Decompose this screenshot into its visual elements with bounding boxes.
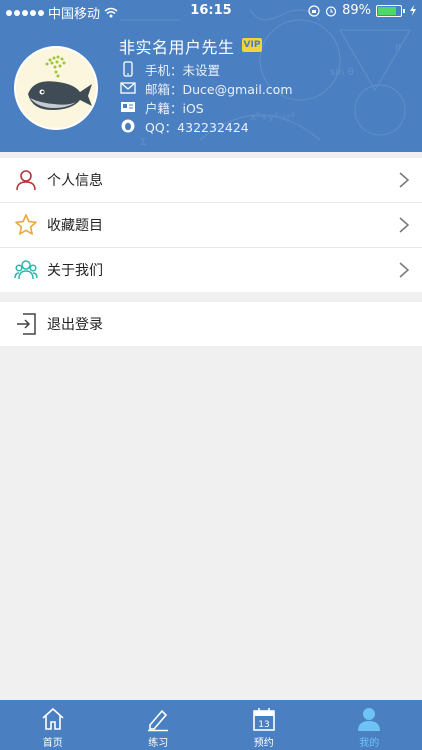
status-bar: 中国移动 16:15 89%	[0, 0, 422, 22]
menu-item-favorites[interactable]: 收藏题目	[0, 203, 422, 248]
logout-section: 退出登录	[0, 302, 422, 346]
email-row: 邮箱：Duce@gmail.com	[119, 79, 293, 97]
username: 非实名用户先生	[119, 38, 235, 57]
calendar-day: 13	[258, 720, 269, 730]
mail-icon	[119, 80, 137, 96]
tab-label: 练习	[148, 738, 169, 749]
user-icon	[358, 708, 381, 731]
email-text: 邮箱：Duce@gmail.com	[145, 81, 293, 97]
vip-badge: VIP	[242, 38, 262, 52]
svg-text:Σ: Σ	[140, 137, 146, 148]
qq-row: QQ：432232424	[119, 117, 249, 135]
svg-text:sin θ: sin θ	[330, 67, 354, 78]
phone-text: 手机：未设置	[145, 62, 221, 78]
menu-item-about-us[interactable]: 关于我们	[0, 248, 422, 292]
profile-menu-list: 个人信息 收藏题目 关于我们	[0, 158, 422, 292]
whale-avatar-image	[28, 55, 92, 110]
tab-label: 首页	[42, 738, 63, 749]
svg-text:π: π	[395, 42, 401, 53]
person-icon	[16, 170, 36, 191]
tab-home[interactable]: 首页	[0, 700, 106, 750]
hometown-row: 户籍：iOS	[119, 98, 204, 116]
hometown-text: 户籍：iOS	[145, 100, 204, 116]
tab-practice[interactable]: 练习	[106, 700, 212, 750]
battery-icon	[376, 4, 402, 17]
avatar[interactable]	[14, 46, 98, 130]
home-icon	[42, 707, 64, 730]
logout-icon	[17, 313, 36, 335]
calendar-icon: 13	[252, 708, 275, 731]
profile-header: x²+y²=r² sin θ Σ π 中国移动 16:15 89% 非实名用户先…	[0, 0, 422, 152]
tab-label: 我的	[359, 738, 380, 749]
logout-label: 退出登录	[47, 317, 103, 333]
qq-text: QQ：432232424	[145, 119, 249, 135]
orientation-lock-icon	[308, 4, 320, 17]
alarm-icon	[325, 5, 337, 17]
menu-item-label: 关于我们	[47, 263, 103, 279]
id-card-icon	[119, 99, 137, 115]
tab-label: 预约	[253, 738, 274, 749]
svg-text:x²+y²=r²: x²+y²=r²	[250, 112, 295, 123]
chevron-right-icon	[399, 262, 410, 278]
battery-percent: 89%	[342, 3, 371, 18]
pencil-icon	[148, 709, 169, 732]
menu-item-label: 个人信息	[47, 173, 103, 189]
star-icon	[15, 214, 37, 235]
logout-button[interactable]: 退出登录	[0, 302, 422, 346]
tab-appointment[interactable]: 13 预约	[211, 700, 317, 750]
phone-row: 手机：未设置	[119, 60, 220, 78]
menu-item-personal-info[interactable]: 个人信息	[0, 158, 422, 203]
tab-mine[interactable]: 我的	[317, 700, 422, 750]
menu-item-label: 收藏题目	[47, 218, 103, 234]
phone-icon	[119, 61, 137, 77]
charging-icon	[410, 5, 416, 16]
chevron-right-icon	[399, 172, 410, 188]
qq-icon	[119, 118, 137, 134]
chevron-right-icon	[399, 217, 410, 233]
group-icon	[14, 260, 38, 280]
tab-bar: 首页 练习 13 预约 我的	[0, 700, 422, 750]
